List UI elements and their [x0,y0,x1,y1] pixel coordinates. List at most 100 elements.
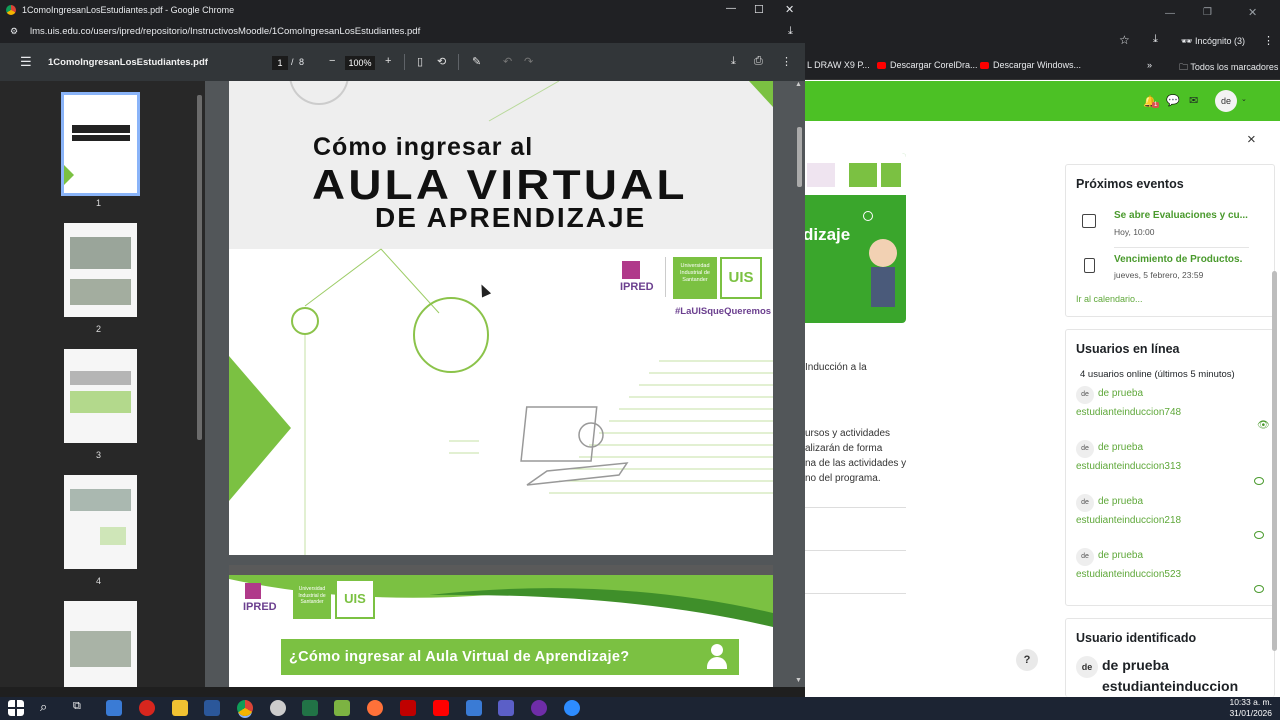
site-info-icon[interactable]: ⚙ [10,26,18,37]
windows-start-icon[interactable] [8,700,24,716]
redo-icon[interactable]: ↷ [524,55,533,68]
user-avatar: de [1076,494,1094,512]
event-item[interactable]: Vencimiento de Productos. jueves, 5 febr… [1066,249,1274,291]
url-text[interactable]: lms.uis.edu.co/users/ipred/repositorio/I… [30,26,420,37]
message-icon[interactable] [1254,531,1264,539]
online-user-item[interactable]: de de prueba estudianteinduccion748 [1076,383,1266,418]
minimize-icon[interactable]: — [1165,8,1175,19]
network-app-icon[interactable] [466,700,482,716]
restore-icon[interactable]: ❐ [1203,7,1212,18]
all-bookmarks[interactable]: 🗀 Todos los marcadores [1179,60,1278,76]
close-drawer-icon[interactable]: × [1247,131,1256,148]
divider [805,550,906,551]
chat-icon[interactable]: 💬 [1166,94,1180,107]
notepad-icon[interactable] [334,700,350,716]
bookmark-star-icon[interactable]: ☆ [1119,33,1130,47]
chrome-icon[interactable] [237,700,253,716]
task-view-icon[interactable]: ⧉ [73,700,81,713]
course-text: Inducción a la [805,362,867,373]
identified-user-card: Usuario identificado de de prueba estudi… [1065,618,1275,697]
thumbnail-page-4[interactable] [64,475,137,569]
close-window-icon[interactable]: ✕ [1248,6,1257,19]
identified-user-title: Usuario identificado [1076,631,1197,645]
thumbnail-page-2[interactable] [64,223,137,317]
firefox-icon[interactable] [367,700,383,716]
menu-kebab-icon[interactable]: ⋮ [1263,34,1274,47]
user-name: de prueba [1098,550,1144,561]
scroll-down-icon[interactable]: ▼ [795,677,802,684]
zoom-in-icon[interactable]: + [385,55,391,67]
word-icon[interactable] [204,700,220,716]
excel-icon[interactable] [302,700,318,716]
thumbnail-scrollbar[interactable] [197,95,202,440]
thumbnail-page-1[interactable] [61,92,140,196]
eye-icon[interactable]: 👁 [1257,420,1270,431]
thumbnail-number: 1 [96,198,102,208]
annotate-icon[interactable]: ✎ [472,55,481,68]
identified-user-name[interactable]: de prueba [1102,657,1169,673]
search-icon[interactable]: ⌕ [40,699,47,715]
download-icon[interactable]: ⤓ [731,55,736,68]
zoom-app-icon[interactable] [564,700,580,716]
rotate-icon[interactable]: ⟲ [437,55,446,68]
chevron-right-icon[interactable]: » [1147,60,1152,70]
opera-icon[interactable] [139,700,155,716]
close-window-icon[interactable]: ✕ [785,3,794,16]
user-login: estudianteinduccion523 [1076,569,1182,580]
undo-icon[interactable]: ↶ [503,55,512,68]
fit-page-icon[interactable]: ▯ [417,55,423,68]
online-user-item[interactable]: de de prueba estudianteinduccion313 [1076,437,1266,472]
incognito-badge[interactable]: 🕶 Incógnito (3) [1181,36,1245,47]
bookmark-item[interactable]: L DRAW X9 P... [807,60,870,70]
thumbnail-page-3[interactable] [64,349,137,443]
thumb-decor [70,279,131,305]
message-icon[interactable] [1254,585,1264,593]
thumbnail-number: 2 [96,324,102,334]
print-icon[interactable]: ⎙ [754,55,763,68]
identified-user-login[interactable]: estudianteinduccion [1102,678,1238,694]
mail-icon[interactable]: ✉ [1189,94,1198,107]
user-avatar[interactable]: de [1215,90,1237,112]
clock-date: 31/01/2026 [1229,708,1272,718]
online-user-item[interactable]: de de prueba estudianteinduccion218 [1076,491,1266,526]
scrollbar[interactable] [1272,271,1277,651]
cloud-app-icon[interactable] [270,700,286,716]
help-button[interactable]: ? [1016,649,1038,671]
pdf-viewer-pane: Cómo ingresar al AULA VIRTUAL DE APRENDI… [205,81,805,687]
online-user-item[interactable]: de de prueba estudianteinduccion523 [1076,545,1266,580]
remote-desktop-icon[interactable] [106,700,122,716]
calendar-link[interactable]: Ir al calendario... [1076,294,1143,304]
bookmark-item[interactable]: Descargar CorelDra... [877,60,978,70]
media-app-icon[interactable] [531,700,547,716]
zoom-input[interactable]: 100% [345,56,375,70]
file-explorer-icon[interactable] [172,700,188,716]
notification-count-badge: 1 [1152,102,1160,108]
more-options-icon[interactable]: ⋮ [781,55,792,68]
download-icon[interactable]: ⤓ [1153,33,1158,46]
main-scrollbar[interactable] [797,127,802,187]
hamburger-menu-icon[interactable]: ☰ [20,54,32,70]
banner-logo [881,163,901,187]
user-avatar: de [1076,656,1098,678]
maximize-icon[interactable]: ☐ [754,3,764,16]
thumb-decor [70,391,131,413]
pdf-toolbar: ☰ 1ComoIngresanLosEstudiantes.pdf 1 / 8 … [0,43,805,81]
thumb-decor [72,135,130,141]
event-title: Se abre Evaluaciones y cu... [1114,210,1248,221]
pdf-page-1: Cómo ingresar al AULA VIRTUAL DE APRENDI… [229,81,773,555]
bookmark-item[interactable]: Descargar Windows... [980,60,1081,70]
scroll-up-icon[interactable]: ▲ [795,81,802,88]
page-number-input[interactable]: 1 [272,56,288,70]
zoom-out-icon[interactable]: − [329,55,335,67]
filezilla-icon[interactable] [400,700,416,716]
system-clock[interactable]: 10:33 a. m. 31/01/2026 [1229,697,1272,719]
chevron-down-icon[interactable]: ⌄ [1241,95,1247,103]
thumbnail-page-5[interactable] [64,601,137,687]
youtube-icon[interactable] [433,700,449,716]
user-icon-body [707,657,727,669]
event-item[interactable]: Se abre Evaluaciones y cu... Hoy, 10:00 [1066,203,1274,247]
download-icon[interactable]: ⤓ [788,25,793,38]
message-icon[interactable] [1254,477,1264,485]
teams-icon[interactable] [498,700,514,716]
minimize-icon[interactable]: — [726,3,736,14]
